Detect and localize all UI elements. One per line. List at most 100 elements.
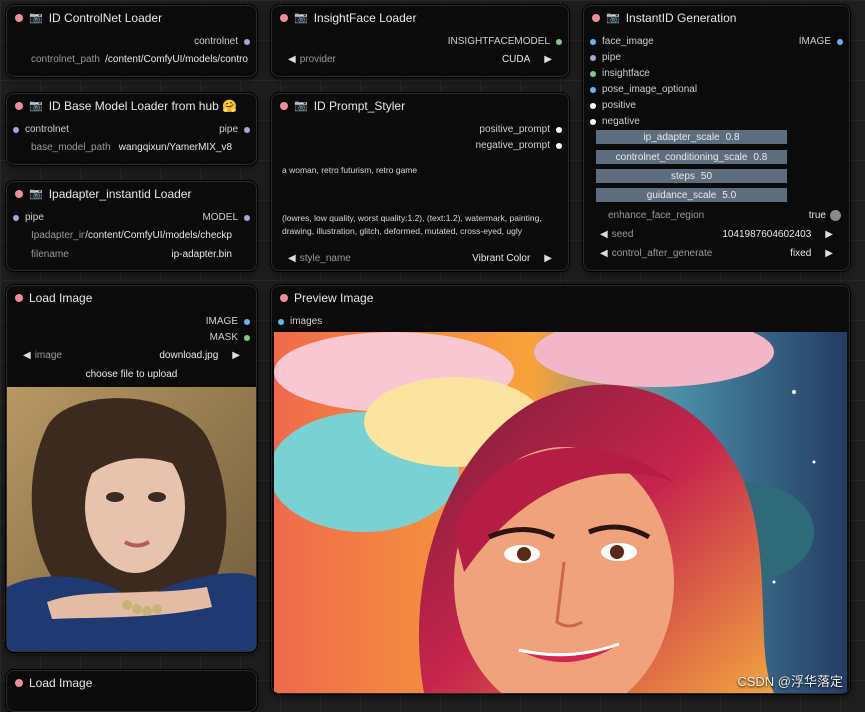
filename-widget[interactable]: filename ip-adapter.bin bbox=[15, 247, 248, 261]
input-socket[interactable] bbox=[590, 118, 596, 125]
output-model[interactable]: MODEL bbox=[202, 212, 250, 223]
node-instantid-generation[interactable]: 📷 InstantID Generation face_image IMAGE … bbox=[583, 5, 850, 271]
input-socket[interactable] bbox=[13, 214, 19, 221]
node-title: Load Image bbox=[29, 676, 93, 690]
slider-controlnet-conditioning-scale[interactable]: controlnet_conditioning_scale 0.8 bbox=[596, 150, 787, 164]
slider-steps[interactable]: steps 50 bbox=[596, 169, 787, 183]
input-pose-image[interactable]: pose_image_optional bbox=[590, 84, 697, 95]
node-base-model-loader[interactable]: 📷 ID Base Model Loader from hub 🤗 contro… bbox=[6, 93, 257, 165]
node-title-bar[interactable]: 📷 ID Prompt_Styler bbox=[272, 94, 568, 118]
output-negative-prompt[interactable]: negative_prompt bbox=[476, 140, 562, 151]
ipadapter-path-widget[interactable]: Ipadapter_instantid_path /content/ComfyU… bbox=[15, 228, 248, 242]
output-insightface[interactable]: INSIGHTFACEMODEL bbox=[448, 36, 562, 47]
collapse-dot[interactable] bbox=[280, 102, 288, 110]
collapse-dot[interactable] bbox=[592, 14, 600, 22]
node-load-image-2[interactable]: Load Image bbox=[6, 670, 257, 712]
input-socket[interactable] bbox=[590, 70, 596, 77]
control-after-generate-combo[interactable]: ◀ control_after_generate fixed ▶ bbox=[592, 246, 841, 260]
node-prompt-styler[interactable]: 📷 ID Prompt_Styler positive_prompt negat… bbox=[271, 93, 569, 271]
output-socket[interactable] bbox=[244, 334, 250, 341]
seed-number[interactable]: ◀ seed 1041987604602403 ▶ bbox=[592, 227, 841, 241]
collapse-dot[interactable] bbox=[15, 102, 23, 110]
input-controlnet[interactable]: controlnet bbox=[13, 124, 69, 135]
input-insightface[interactable]: insightface bbox=[590, 68, 650, 79]
slider-guidance-scale[interactable]: guidance_scale 5.0 bbox=[596, 188, 787, 202]
output-socket[interactable] bbox=[244, 38, 250, 45]
arrow-right-icon[interactable]: ▶ bbox=[825, 248, 833, 259]
collapse-dot[interactable] bbox=[280, 294, 288, 302]
input-images[interactable]: images bbox=[278, 316, 322, 327]
arrow-right-icon[interactable]: ▶ bbox=[825, 229, 833, 240]
input-positive[interactable]: positive bbox=[590, 100, 636, 111]
arrow-right-icon[interactable]: ▶ bbox=[544, 54, 552, 65]
negative-prompt-textarea[interactable]: (lowres, low quality, worst quality:1.2)… bbox=[282, 212, 558, 238]
input-label: negative bbox=[602, 116, 640, 127]
output-socket[interactable] bbox=[556, 126, 562, 133]
positive-prompt-textarea[interactable]: a woman, retro futurism, retro game bbox=[282, 164, 558, 177]
node-title-bar[interactable]: 📷 ID ControlNet Loader bbox=[7, 6, 256, 30]
input-socket[interactable] bbox=[590, 86, 596, 93]
node-controlnet-loader[interactable]: 📷 ID ControlNet Loader controlnet contro… bbox=[6, 5, 257, 77]
arrow-right-icon[interactable]: ▶ bbox=[544, 253, 552, 264]
enhance-face-region-toggle[interactable]: enhance_face_region true bbox=[592, 208, 841, 222]
node-title-bar[interactable]: Preview Image bbox=[272, 286, 849, 310]
arrow-left-icon[interactable]: ◀ bbox=[288, 253, 296, 264]
node-title-bar[interactable]: 📷 InstantID Generation bbox=[584, 6, 849, 30]
output-pipe[interactable]: pipe bbox=[219, 124, 250, 135]
collapse-dot[interactable] bbox=[15, 294, 23, 302]
collapse-dot[interactable] bbox=[280, 14, 288, 22]
image-combo[interactable]: ◀ image download.jpg ▶ bbox=[15, 348, 248, 362]
input-socket[interactable] bbox=[590, 102, 596, 109]
node-insightface-loader[interactable]: 📷 InsightFace Loader INSIGHTFACEMODEL ◀ … bbox=[271, 5, 569, 77]
output-image[interactable]: IMAGE bbox=[206, 316, 250, 327]
node-title-bar[interactable]: 📷 ID Base Model Loader from hub 🤗 bbox=[7, 94, 256, 118]
loaded-image-preview bbox=[7, 387, 256, 651]
input-label: positive bbox=[602, 100, 636, 111]
node-title-bar[interactable]: 📷 Ipadapter_instantid Loader bbox=[7, 182, 256, 206]
node-ipadapter-loader[interactable]: 📷 Ipadapter_instantid Loader pipe MODEL … bbox=[6, 181, 257, 271]
node-preview-image[interactable]: Preview Image images CSDN @浮华落定 bbox=[271, 285, 850, 694]
upload-button[interactable]: choose file to upload bbox=[15, 367, 248, 381]
output-positive-prompt[interactable]: positive_prompt bbox=[479, 124, 562, 135]
slider-ip-adapter-scale[interactable]: ip_adapter_scale 0.8 bbox=[596, 130, 787, 144]
controlnet-path-widget[interactable]: controlnet_path /content/ComfyUI/models/… bbox=[15, 52, 248, 66]
widget-label: Ipadapter_instantid_path bbox=[31, 229, 86, 241]
input-face-image[interactable]: face_image bbox=[590, 36, 654, 47]
generated-portrait-image bbox=[274, 332, 847, 693]
toggle-knob[interactable] bbox=[830, 209, 841, 221]
output-controlnet[interactable]: controlnet bbox=[194, 36, 250, 47]
output-socket[interactable] bbox=[556, 38, 562, 45]
node-title: InsightFace Loader bbox=[313, 11, 417, 25]
input-socket[interactable] bbox=[278, 318, 284, 325]
arrow-left-icon[interactable]: ◀ bbox=[600, 248, 608, 259]
base-model-path-widget[interactable]: base_model_path wangqixun/YamerMIX_v8 bbox=[15, 140, 248, 154]
style-name-combo[interactable]: ◀ style_name Vibrant Color ▶ bbox=[280, 251, 560, 265]
output-mask[interactable]: MASK bbox=[210, 332, 250, 343]
input-pipe[interactable]: pipe bbox=[13, 212, 44, 223]
collapse-dot[interactable] bbox=[15, 14, 23, 22]
arrow-left-icon[interactable]: ◀ bbox=[600, 229, 608, 240]
arrow-left-icon[interactable]: ◀ bbox=[288, 54, 296, 65]
output-socket[interactable] bbox=[244, 318, 250, 325]
input-socket[interactable] bbox=[590, 54, 596, 61]
provider-combo[interactable]: ◀ provider CUDA ▶ bbox=[280, 52, 560, 66]
input-pipe[interactable]: pipe bbox=[590, 52, 621, 63]
input-label: images bbox=[290, 316, 323, 327]
arrow-left-icon[interactable]: ◀ bbox=[23, 350, 31, 361]
node-title-bar[interactable]: 📷 InsightFace Loader bbox=[272, 6, 568, 30]
output-socket[interactable] bbox=[837, 38, 843, 45]
collapse-dot[interactable] bbox=[15, 190, 23, 198]
collapse-dot[interactable] bbox=[15, 679, 23, 687]
output-image[interactable]: IMAGE bbox=[799, 36, 843, 47]
node-load-image[interactable]: Load Image IMAGE MASK ◀ image download.j… bbox=[6, 285, 257, 652]
output-socket[interactable] bbox=[244, 214, 250, 221]
input-negative[interactable]: negative bbox=[590, 116, 640, 127]
output-socket[interactable] bbox=[556, 142, 562, 149]
input-socket[interactable] bbox=[590, 38, 596, 45]
input-socket[interactable] bbox=[13, 126, 19, 133]
output-socket[interactable] bbox=[244, 126, 250, 133]
node-title-bar[interactable]: Load Image bbox=[7, 286, 256, 310]
widget-value: /content/ComfyUI/models/contro bbox=[105, 53, 248, 65]
arrow-right-icon[interactable]: ▶ bbox=[232, 350, 240, 361]
node-title-bar[interactable]: Load Image bbox=[7, 671, 256, 695]
